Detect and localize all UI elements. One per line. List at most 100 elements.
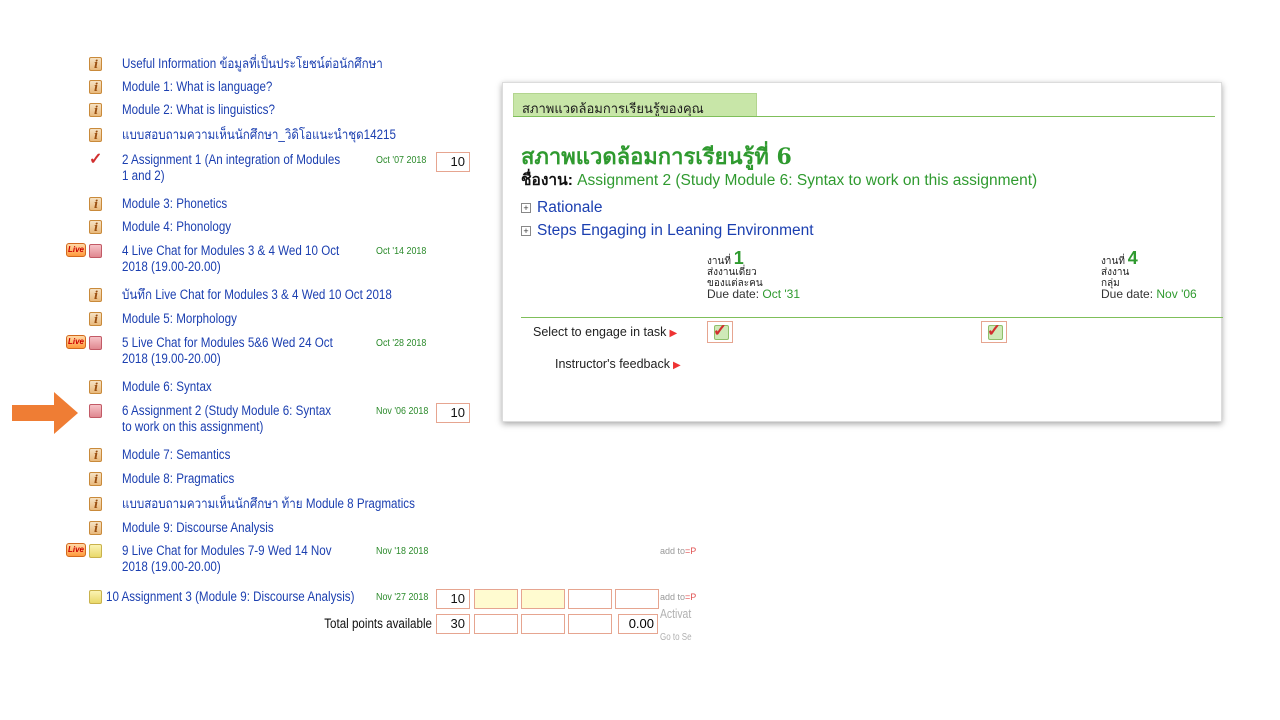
red-task-icon	[89, 244, 102, 258]
list-item[interactable]: Module 9: Discourse Analysis	[0, 520, 480, 538]
add-to-link[interactable]: add to=P	[660, 546, 696, 556]
due-date: Oct '07 2018	[376, 154, 427, 166]
module-link[interactable]: Useful Information ข้อมูลที่เป็นประโยชน์…	[122, 56, 383, 72]
module-link[interactable]: Module 7: Semantics	[122, 447, 230, 463]
score-cell	[615, 589, 659, 609]
live-badge-icon: Live	[66, 243, 86, 257]
info-icon	[89, 288, 102, 304]
info-icon	[89, 448, 102, 464]
info-icon	[89, 521, 102, 537]
add-to-link[interactable]: add to=P	[660, 592, 696, 602]
due-date: Nov '06 2018	[376, 405, 429, 417]
module-link[interactable]: Module 8: Pragmatics	[122, 471, 234, 487]
assignment-link[interactable]: 6 Assignment 2 (Study Module 6: Syntax t…	[122, 403, 342, 435]
points-value: 10	[436, 589, 470, 609]
list-item[interactable]: Live 4 Live Chat for Modules 3 & 4 Wed 1…	[0, 243, 480, 281]
list-item[interactable]: Module 8: Pragmatics	[0, 471, 480, 489]
divider	[521, 317, 1223, 318]
list-item[interactable]: 10 Assignment 3 (Module 9: Discourse Ana…	[0, 589, 480, 609]
task-1-header: งานที่ 1 ส่งงานเดี่ยว ของแต่ละคน Due dat…	[707, 249, 801, 301]
info-icon	[89, 57, 102, 73]
triangle-right-icon: ▶	[669, 328, 678, 339]
total-cell	[568, 614, 612, 634]
task-type: ส่งงานเดี่ยว	[707, 267, 757, 278]
assignment-link[interactable]: 10 Assignment 3 (Module 9: Discourse Ana…	[106, 589, 354, 605]
steps-toggle[interactable]: + Steps Engaging in Leaning Environment	[521, 222, 814, 240]
points-value: 10	[436, 152, 470, 172]
list-item[interactable]: ✓ 2 Assignment 1 (An integration of Modu…	[0, 152, 480, 190]
total-points-label: Total points available	[324, 616, 432, 631]
live-chat-link[interactable]: 5 Live Chat for Modules 5&6 Wed 24 Oct 2…	[122, 335, 342, 367]
module-link[interactable]: Module 4: Phonology	[122, 219, 231, 235]
triangle-right-icon: ▶	[672, 360, 681, 371]
task-number: 4	[1127, 248, 1138, 268]
pointer-arrow-icon	[12, 392, 78, 434]
red-task-icon	[89, 404, 102, 418]
task-due-date: Due date: Oct '31	[707, 287, 801, 301]
list-item[interactable]: Module 4: Phonology	[0, 219, 480, 237]
module-link[interactable]: Module 2: What is linguistics?	[122, 102, 275, 118]
task-prefix: งานที่	[1101, 256, 1125, 267]
live-badge-icon: Live	[66, 335, 86, 349]
module-link[interactable]: Module 5: Morphology	[122, 311, 237, 327]
info-icon	[89, 103, 102, 119]
list-item[interactable]: Module 3: Phonetics	[0, 196, 480, 214]
total-score-value: 0.00	[618, 614, 658, 634]
task-number: 1	[733, 248, 744, 268]
steps-label: Steps Engaging in Leaning Environment	[537, 222, 814, 239]
task-due-date: Due date: Nov '06	[1101, 287, 1197, 301]
list-item[interactable]: Useful Information ข้อมูลที่เป็นประโยชน์…	[0, 56, 480, 74]
rationale-label: Rationale	[537, 199, 603, 216]
module-link[interactable]: บันทึก Live Chat for Modules 3 & 4 Wed 1…	[122, 287, 392, 303]
assignment-link[interactable]: 2 Assignment 1 (An integration of Module…	[122, 152, 342, 184]
list-item[interactable]: บันทึก Live Chat for Modules 3 & 4 Wed 1…	[0, 287, 480, 305]
live-chat-link[interactable]: 9 Live Chat for Modules 7-9 Wed 14 Nov 2…	[122, 543, 342, 575]
task-4-checkbox[interactable]: ✓	[981, 321, 1007, 343]
module-link[interactable]: แบบสอบถามความเห็นนักศึกษา_วิดิโอแนะนำชุด…	[122, 127, 396, 143]
panel-tab[interactable]: สภาพแวดล้อมการเรียนรู้ของคุณ	[513, 93, 757, 117]
task-type: ส่งงาน	[1101, 267, 1130, 278]
expand-plus-icon: +	[521, 203, 531, 213]
info-icon	[89, 80, 102, 96]
list-item[interactable]: Module 1: What is language?	[0, 79, 480, 97]
select-task-label: Select to engage in task ▶	[533, 325, 678, 339]
module-link[interactable]: Module 3: Phonetics	[122, 196, 227, 212]
live-chat-link[interactable]: 4 Live Chat for Modules 3 & 4 Wed 10 Oct…	[122, 243, 342, 275]
info-icon	[89, 220, 102, 236]
module-link[interactable]: Module 6: Syntax	[122, 379, 212, 395]
instructor-feedback-label: Instructor's feedback ▶	[555, 357, 681, 371]
expand-plus-icon: +	[521, 226, 531, 236]
list-item[interactable]: Live 9 Live Chat for Modules 7-9 Wed 14 …	[0, 543, 480, 581]
list-item[interactable]: Module 5: Morphology	[0, 311, 480, 329]
total-points-value: 30	[436, 614, 470, 634]
score-cell	[521, 589, 565, 609]
activate-watermark: Activat	[660, 606, 692, 621]
learning-environment-panel: สภาพแวดล้อมการเรียนรู้ของคุณ สภาพแวดล้อม…	[502, 82, 1223, 422]
module-link[interactable]: แบบสอบถามความเห็นนักศึกษา ท้าย Module 8 …	[122, 496, 415, 512]
assignment-name: ชื่องาน: Assignment 2 (Study Module 6: S…	[521, 167, 1037, 192]
list-item[interactable]: Module 2: What is linguistics?	[0, 102, 480, 120]
list-item[interactable]: Module 7: Semantics	[0, 447, 480, 465]
info-icon	[89, 128, 102, 144]
info-icon	[89, 497, 102, 513]
yellow-task-icon	[89, 590, 102, 604]
info-icon	[89, 312, 102, 328]
module-link[interactable]: Module 9: Discourse Analysis	[122, 520, 274, 536]
rationale-toggle[interactable]: + Rationale	[521, 199, 603, 217]
assignment-label: ชื่องาน:	[521, 172, 573, 189]
points-value: 10	[436, 403, 470, 423]
red-task-icon	[89, 336, 102, 350]
task-1-checkbox[interactable]: ✓	[707, 321, 733, 343]
list-item[interactable]: แบบสอบถามความเห็นนักศึกษา_วิดิโอแนะนำชุด…	[0, 127, 480, 145]
task-prefix: งานที่	[707, 256, 731, 267]
info-icon	[89, 380, 102, 396]
module-link[interactable]: Module 1: What is language?	[122, 79, 272, 95]
checked-icon: ✓	[89, 151, 105, 170]
list-item[interactable]: Live 5 Live Chat for Modules 5&6 Wed 24 …	[0, 335, 480, 373]
divider	[513, 116, 1215, 117]
due-date: Oct '28 2018	[376, 337, 427, 349]
due-date: Nov '18 2018	[376, 545, 429, 557]
list-item[interactable]: แบบสอบถามความเห็นนักศึกษา ท้าย Module 8 …	[0, 496, 480, 514]
task-4-header: งานที่ 4 ส่งงาน กลุ่ม Due date: Nov '06	[1101, 249, 1197, 301]
due-date: Nov '27 2018	[376, 591, 429, 603]
